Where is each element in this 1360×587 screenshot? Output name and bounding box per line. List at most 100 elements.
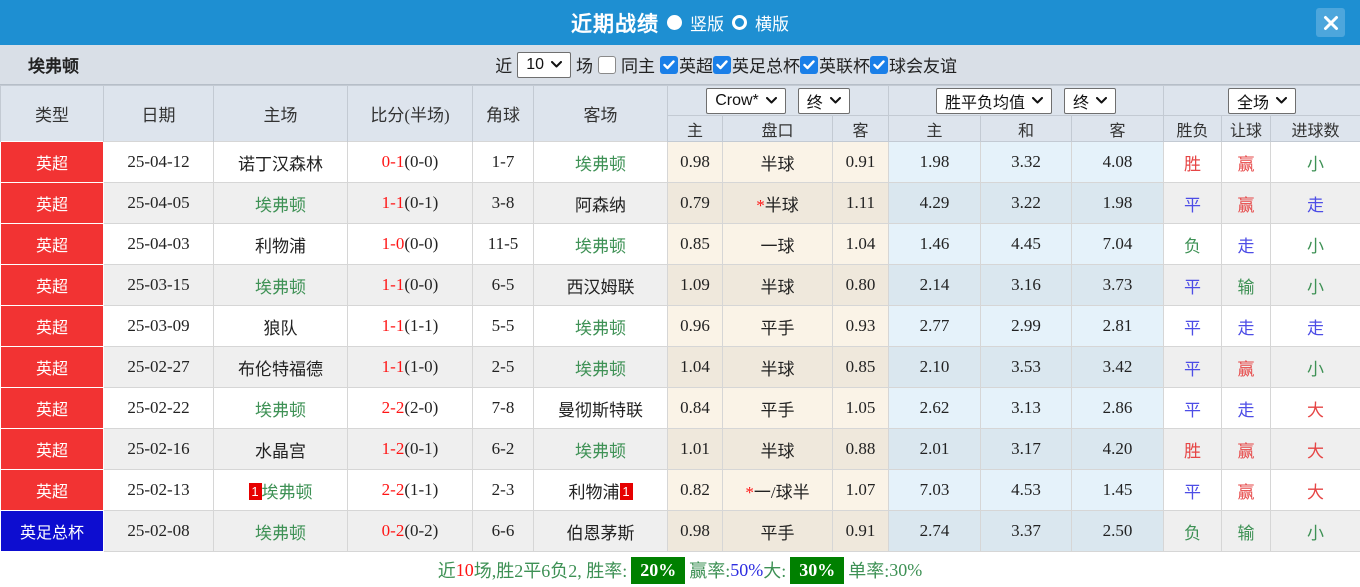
away-team: 埃弗顿	[533, 346, 668, 388]
vertical-layout-radio[interactable]	[667, 15, 682, 30]
league-checkbox[interactable]	[713, 55, 731, 74]
red-card-badge: 1	[619, 482, 633, 500]
chevron-down-icon	[551, 61, 562, 68]
match-row: 英超 25-04-05 埃弗顿 1-1(0-1) 3-8 阿森纳 0.79 *半球 1.11 4.…	[0, 182, 1360, 224]
result-cell: 胜	[1163, 141, 1223, 183]
handicap-away-odds: 1.04	[831, 223, 890, 265]
home-team: 1 埃弗顿	[213, 469, 348, 511]
europe-draw-odds: 3.37	[980, 510, 1073, 552]
match-date: 25-04-12	[103, 141, 214, 183]
col-header-handicap-result: 让球	[1221, 115, 1272, 142]
score-cell: 2-2(1-1)	[347, 469, 473, 511]
goals-result-cell: 小	[1270, 510, 1360, 552]
horizontal-layout-label[interactable]: 横版	[755, 10, 789, 35]
league-label: 英足总杯	[732, 57, 800, 76]
europe-odds-group-header: 胜平负均值 终	[888, 85, 1165, 116]
match-date: 25-03-09	[103, 305, 214, 347]
match-row: 英足总杯 25-02-08 埃弗顿 0-2(0-2) 6-6 伯恩茅斯 0.98 平手 0.91…	[0, 510, 1360, 552]
match-row: 英超 25-04-03 利物浦 1-0(0-0) 11-5 埃弗顿 0.85 一球 1.04 1.…	[0, 223, 1360, 265]
home-team: 埃弗顿	[213, 387, 348, 429]
chevron-down-icon	[1276, 97, 1288, 104]
score-cell: 1-0(0-0)	[347, 223, 473, 265]
away-team: 阿森纳	[533, 182, 668, 224]
league-type-badge: 英超	[0, 305, 104, 347]
check-icon	[716, 59, 728, 69]
handicap-home-odds: 0.98	[667, 510, 723, 552]
horizontal-layout-radio[interactable]	[732, 15, 747, 30]
handicap-line: 平手	[722, 387, 833, 429]
check-icon	[803, 59, 815, 69]
rate-badge: 30%	[790, 556, 845, 584]
goals-result-cell: 大	[1270, 428, 1360, 470]
match-row: 英超 25-02-16 水晶宫 1-2(0-1) 6-2 埃弗顿 1.01 半球 0.88 2.0…	[0, 428, 1360, 470]
corner-cell: 6-2	[472, 428, 534, 470]
league-checkbox[interactable]	[870, 55, 888, 74]
league-type-badge: 英超	[0, 141, 104, 183]
handicap-line: *一/球半	[722, 469, 833, 511]
europe-odds-select[interactable]: 胜平负均值	[936, 87, 1053, 114]
summary-text: 单率:	[848, 561, 890, 581]
handicap-result-cell: 走	[1221, 223, 1272, 265]
handicap-away-odds: 1.07	[831, 469, 890, 511]
handicap-home-odds: 0.82	[667, 469, 723, 511]
results-table: 类型 日期 主场 比分(半场) 角球 客场 Crow* 终 胜平负均值 终 全场…	[0, 85, 1360, 552]
result-cell: 平	[1163, 469, 1223, 511]
score-cell: 1-1(1-0)	[347, 346, 473, 388]
same-home-checkbox[interactable]	[598, 55, 616, 74]
result-cell: 平	[1163, 264, 1223, 306]
home-team: 利物浦	[213, 223, 348, 265]
bookmaker-select[interactable]: Crow*	[706, 87, 786, 114]
handicap-away-odds: 0.93	[831, 305, 890, 347]
handicap-line: 平手	[722, 305, 833, 347]
recent-count-select[interactable]: 10	[517, 51, 571, 78]
close-button[interactable]	[1316, 8, 1345, 37]
team-name: 埃弗顿	[28, 57, 79, 76]
match-date: 25-02-08	[103, 510, 214, 552]
match-date: 25-04-05	[103, 182, 214, 224]
goals-result-cell: 小	[1270, 346, 1360, 388]
score-cell: 0-1(0-0)	[347, 141, 473, 183]
summary-text: 大:	[763, 561, 787, 581]
result-cell: 平	[1163, 346, 1223, 388]
match-row: 英超 25-02-22 埃弗顿 2-2(2-0) 7-8 曼彻斯特联 0.84 平手 1.05 2…	[0, 387, 1360, 429]
summary-text: 赢率:	[689, 561, 731, 581]
home-team: 布伦特福德	[213, 346, 348, 388]
home-team: 埃弗顿	[213, 182, 348, 224]
league-type-badge: 英超	[0, 428, 104, 470]
home-team: 狼队	[213, 305, 348, 347]
corner-cell: 2-3	[472, 469, 534, 511]
goals-result-cell: 小	[1270, 264, 1360, 306]
league-checkbox[interactable]	[800, 55, 818, 74]
same-home-label: 同主	[621, 57, 655, 76]
handicap-result-cell: 赢	[1221, 346, 1272, 388]
result-cell: 平	[1163, 387, 1223, 429]
handicap-home-odds: 0.79	[667, 182, 723, 224]
europe-home-odds: 2.01	[888, 428, 982, 470]
check-icon	[663, 59, 675, 69]
handicap-result-cell: 赢	[1221, 141, 1272, 183]
results-tbody: 英超 25-04-12 诺丁汉森林 0-1(0-0) 1-7 埃弗顿 0.98 半球 0.91 1…	[0, 141, 1360, 552]
chevron-down-icon	[765, 97, 777, 104]
bookmaker-time-select[interactable]: 终	[797, 87, 850, 114]
handicap-away-odds: 0.80	[831, 264, 890, 306]
europe-draw-odds: 2.99	[980, 305, 1073, 347]
away-team: 埃弗顿	[533, 141, 668, 183]
handicap-home-odds: 0.85	[667, 223, 723, 265]
league-checkbox[interactable]	[660, 55, 678, 74]
handicap-home-odds: 0.98	[667, 141, 723, 183]
scope-select[interactable]: 全场	[1228, 87, 1297, 114]
league-filters: 英超 英足总杯 英联杯 球会友谊	[660, 52, 957, 77]
red-card-badge: 1	[248, 482, 262, 500]
vertical-layout-label[interactable]: 竖版	[690, 10, 724, 35]
col-header-away: 客场	[533, 85, 668, 142]
handicap-away-odds: 1.05	[831, 387, 890, 429]
home-team: 水晶宫	[213, 428, 348, 470]
europe-time-select[interactable]: 终	[1064, 87, 1117, 114]
away-team: 埃弗顿	[533, 428, 668, 470]
handicap-away-odds: 0.91	[831, 510, 890, 552]
filter-controls: 近 10 场 同主 英超 英足总杯 英联杯 球会友谊	[495, 51, 957, 78]
europe-away-odds: 2.50	[1071, 510, 1165, 552]
away-team: 西汉姆联	[533, 264, 668, 306]
handicap-line: *半球	[722, 182, 833, 224]
away-team: 埃弗顿	[533, 305, 668, 347]
